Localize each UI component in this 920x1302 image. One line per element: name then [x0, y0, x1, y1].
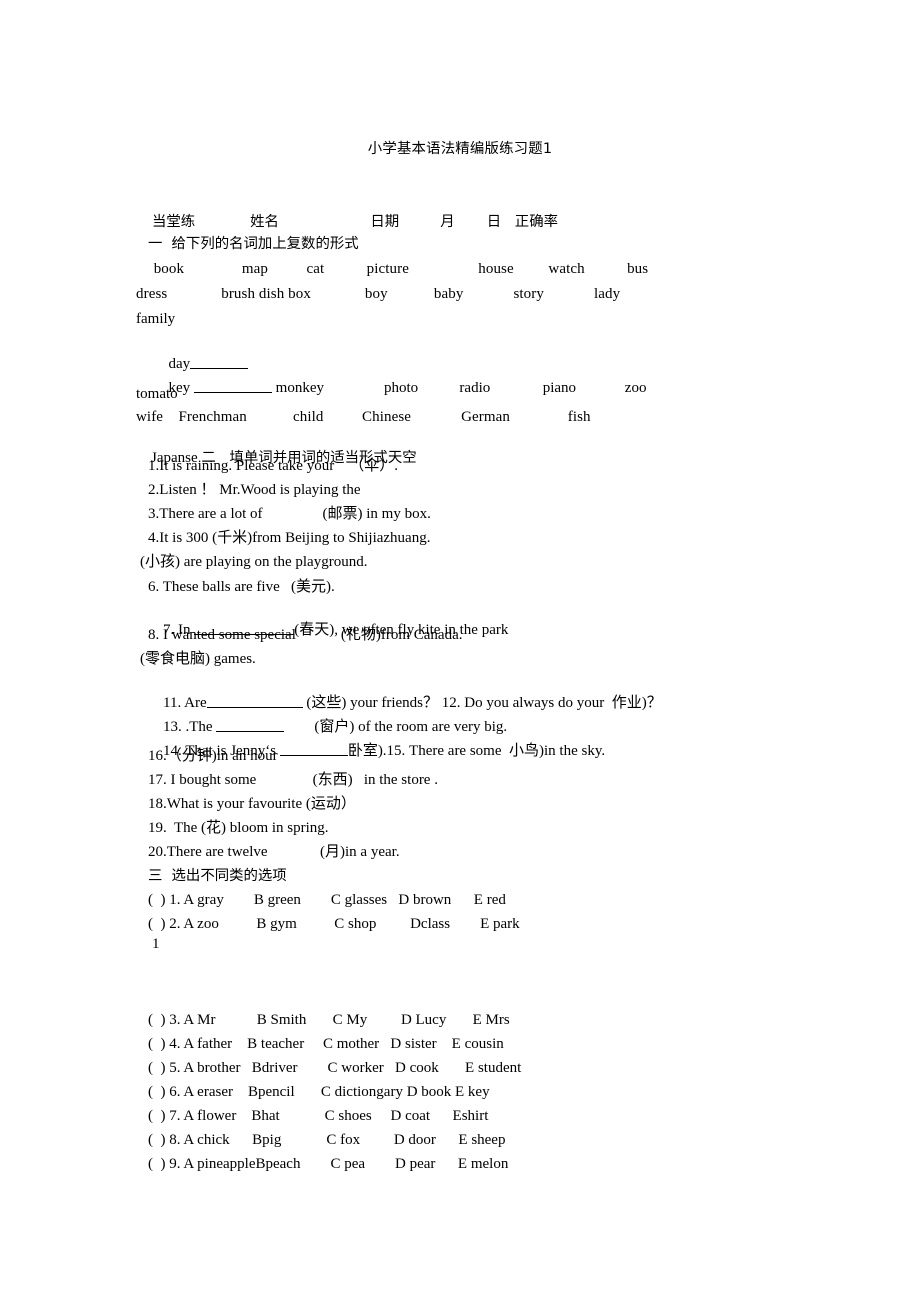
choice-question-6[interactable]: ( ) 6. A eraser Bpencil C dictiongary D … — [148, 1084, 490, 1101]
blank-key[interactable] — [193, 378, 272, 393]
fill-item-4: 4.It is 300 (千米)from Beijing to Shijiazh… — [148, 530, 431, 546]
fill-item-19: 19. The (花) bloom in spring. — [148, 820, 329, 836]
choice-question-2[interactable]: ( ) 2. A zoo B gym C shop Dclass E park — [148, 916, 520, 933]
worksheet-header-line: 当堂练 姓名 日期 月 日 正确率 — [152, 214, 558, 230]
section-three-heading: 三 选出不同类的选项 — [148, 868, 287, 884]
noun-row-2: dress brush dish box boy baby story lady — [136, 286, 621, 302]
choice-question-4[interactable]: ( ) 4. A father B teacher C mother D sis… — [148, 1036, 504, 1053]
choice-question-9[interactable]: ( ) 9. A pineappleBpeach C pea D pear E … — [148, 1156, 508, 1173]
noun-row-1: book map cat picture house watch bus — [146, 261, 649, 277]
page-number: 1 — [152, 936, 160, 952]
fill-item-3: 3.There are a lot of (邮票) in my box. — [148, 506, 431, 522]
choice-question-1[interactable]: ( ) 1. A gray B green C glasses D brown … — [148, 892, 506, 909]
fill-item-16: 16.（分钟)in an hour — [148, 748, 278, 764]
noun-row-7: wife Frenchman child Chinese German fish — [136, 409, 591, 425]
fill-item-8: 8. I wanted some special (礼物)from Canada… — [148, 627, 463, 643]
fill-item-20: 20.There are twelve (月)in a year. — [148, 844, 400, 860]
fill-item-6: 6. These balls are five (美元). — [148, 579, 335, 595]
noun-row-6: tomato — [136, 386, 178, 402]
noun-row-5-rest: monkey photo radio piano zoo — [275, 379, 647, 396]
fill-item-2: 2.Listen ！ Mr.Wood is playing the — [148, 482, 361, 498]
fill-item-18: 18.What is your favourite (运动） — [148, 796, 356, 812]
fill-item-10: (零食电脑) games. — [140, 651, 256, 667]
choice-question-7[interactable]: ( ) 7. A flower Bhat C shoes D coat Eshi… — [148, 1108, 488, 1125]
blank-item-14[interactable] — [279, 741, 348, 756]
choice-question-5[interactable]: ( ) 5. A brother Bdriver C worker D cook… — [148, 1060, 521, 1077]
choice-question-8[interactable]: ( ) 8. A chick Bpig C fox D door E sheep — [148, 1132, 505, 1149]
noun-row-3: family — [136, 311, 176, 327]
choice-question-3[interactable]: ( ) 3. A Mr B Smith C My D Lucy E Mrs — [148, 1012, 510, 1029]
fill-item-5: (小孩) are playing on the playground. — [140, 554, 368, 570]
fill-item-1: 1.It is raining. Please take your （伞）. — [148, 458, 398, 474]
page-title: 小学基本语法精编版练习题1 — [367, 141, 553, 157]
fill-item-14-suffix: 卧室).15. There are some 小鸟)in the sky. — [347, 742, 606, 759]
noun-row-5: key monkey photo radio piano zoo — [146, 361, 647, 414]
document-page: 小学基本语法精编版练习题1 当堂练 姓名 日期 月 日 正确率 一 给下列的名词… — [0, 0, 920, 1302]
fill-item-17: 17. I bought some (东西) in the store . — [148, 772, 438, 788]
section-one-heading: 一 给下列的名词加上复数的形式 — [148, 236, 359, 252]
